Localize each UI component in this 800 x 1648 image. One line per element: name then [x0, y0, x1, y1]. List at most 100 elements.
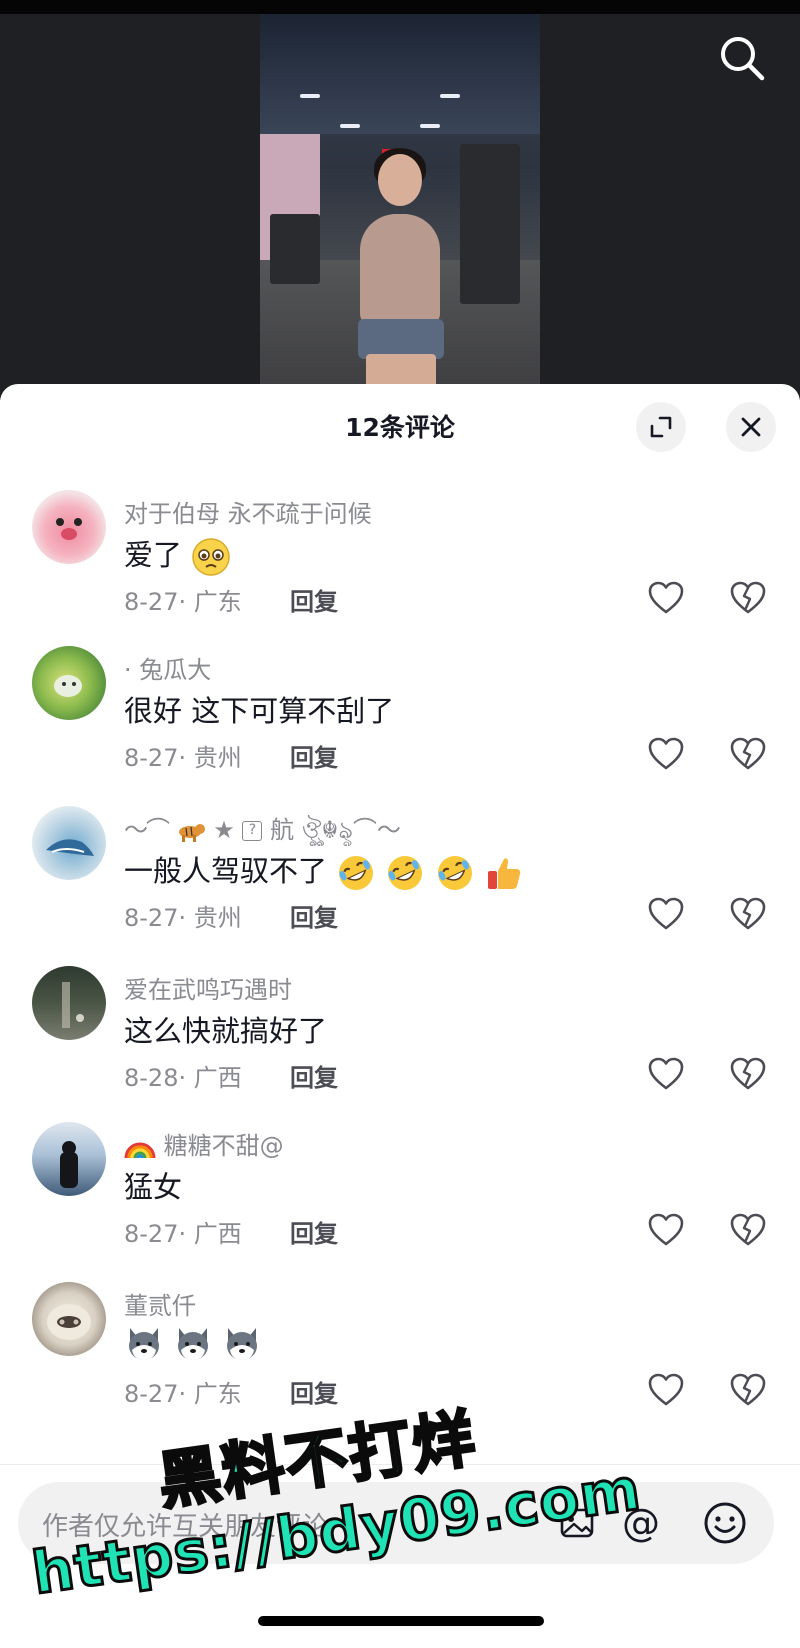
comment-date: 8-27	[124, 744, 179, 772]
comment-date: 8-28	[124, 1064, 179, 1092]
comment-date: 8-27	[124, 904, 179, 932]
comment-location: 贵州	[193, 744, 242, 772]
heart-icon	[648, 897, 684, 930]
close-icon	[741, 417, 761, 437]
broken-heart-icon	[730, 1373, 766, 1406]
avatar[interactable]	[32, 966, 106, 1040]
expand-icon	[650, 416, 672, 438]
avatar[interactable]	[32, 1282, 106, 1356]
comment-item: ～⌒ ★ ? 航 ঔৣ☬ৡ⌒～ 一般人驾驭不了 8-27· 贵州 回复	[0, 806, 800, 966]
dislike-button[interactable]	[728, 1370, 768, 1410]
heart-icon	[648, 1213, 684, 1246]
comment-meta: 8-27· 贵州	[124, 904, 242, 932]
heart-icon	[648, 1057, 684, 1090]
husky-emoji-icon	[129, 1328, 159, 1360]
comment-meta: 8-28· 广西	[124, 1064, 242, 1092]
video-player[interactable]	[0, 0, 800, 400]
broken-heart-icon	[730, 581, 766, 614]
dislike-button[interactable]	[728, 894, 768, 934]
comment-meta: 8-27· 广西	[124, 1220, 242, 1248]
comment-body: 猛女	[124, 1170, 183, 1204]
broken-heart-icon	[730, 1213, 766, 1246]
comment-meta: 8-27· 贵州	[124, 744, 242, 772]
comment-text: 很好 这下可算不刮了	[124, 688, 394, 730]
comment-item: · 兔瓜大 很好 这下可算不刮了 8-27· 贵州 回复	[0, 646, 800, 806]
broken-heart-icon	[730, 1057, 766, 1090]
comment-body: 一般人驾驭不了	[124, 854, 328, 888]
comment-text	[124, 1324, 262, 1364]
heart-icon	[648, 737, 684, 770]
like-button[interactable]	[646, 734, 686, 774]
comment-text: 这么快就搞好了	[124, 1008, 327, 1050]
reply-button[interactable]: 回复	[290, 1214, 338, 1249]
reply-button[interactable]: 回复	[290, 738, 338, 773]
reply-button[interactable]: 回复	[290, 1374, 338, 1409]
rainbow-emoji-icon	[124, 1142, 156, 1159]
comment-item: 糖糖不甜@ 猛女 8-27· 广西 回复	[0, 1122, 800, 1282]
avatar[interactable]	[32, 1122, 106, 1196]
comment-location: 广西	[193, 1064, 242, 1092]
reply-button[interactable]: 回复	[290, 582, 338, 617]
comment-author-name: 航	[270, 816, 295, 844]
comment-location: 广西	[193, 1220, 242, 1248]
like-button[interactable]	[646, 578, 686, 618]
comment-author[interactable]: ～⌒ ★ ? 航 ঔৣ☬ৡ⌒～	[124, 810, 401, 852]
comment-author[interactable]: 糖糖不甜@	[124, 1126, 284, 1161]
comment-location: 广东	[193, 588, 242, 616]
status-bar	[0, 0, 800, 14]
comment-meta: 8-27· 广东	[124, 588, 242, 616]
reply-button[interactable]: 回复	[290, 898, 338, 933]
search-button[interactable]	[716, 32, 768, 84]
husky-emoji-icon	[178, 1328, 209, 1360]
comment-item: 爱在武鸣巧遇时 这么快就搞好了 8-28· 广西 回复	[0, 966, 800, 1126]
comment-author[interactable]: 爱在武鸣巧遇时	[124, 970, 292, 1005]
comment-text: 爱了	[124, 532, 231, 577]
avatar[interactable]	[32, 646, 106, 720]
thumbs-up-emoji-icon	[487, 858, 521, 889]
comment-author[interactable]: 对于伯母 永不疏于问候	[124, 494, 372, 529]
comment-text: 猛女	[124, 1164, 182, 1206]
avatar[interactable]	[32, 490, 106, 564]
like-button[interactable]	[646, 894, 686, 934]
like-button[interactable]	[646, 1054, 686, 1094]
comment-author[interactable]: 董贰仟	[124, 1286, 196, 1321]
comment-body: 爱了	[124, 538, 183, 572]
comment-location: 贵州	[193, 904, 242, 932]
comment-text: 一般人驾驭不了	[124, 848, 524, 893]
like-button[interactable]	[646, 1370, 686, 1410]
comment-author[interactable]: · 兔瓜大	[124, 650, 211, 685]
comment-date: 8-27	[124, 1220, 179, 1248]
like-button[interactable]	[646, 1210, 686, 1250]
reply-button[interactable]: 回复	[290, 1058, 338, 1093]
heart-icon	[648, 1373, 684, 1406]
expand-button[interactable]	[636, 402, 686, 452]
dislike-button[interactable]	[728, 578, 768, 618]
rofl-emoji-icon	[437, 856, 472, 890]
husky-emoji-icon	[227, 1328, 258, 1360]
heart-icon	[648, 581, 684, 614]
comment-date: 8-27	[124, 588, 179, 616]
emoji-button[interactable]	[702, 1500, 748, 1546]
rofl-emoji-icon	[388, 856, 423, 890]
tiger-emoji-icon	[178, 824, 205, 842]
comment-item: 对于伯母 永不疏于问候 爱了 8-27· 广东 回复	[0, 490, 800, 650]
dislike-button[interactable]	[728, 1054, 768, 1094]
comment-date: 8-27	[124, 1380, 179, 1408]
emoji-icon	[704, 1502, 746, 1544]
comment-location: 广东	[193, 1380, 242, 1408]
dislike-button[interactable]	[728, 1210, 768, 1250]
comment-author-name: 糖糖不甜@	[163, 1132, 284, 1160]
comment-meta: 8-27· 广东	[124, 1380, 242, 1408]
search-icon	[721, 37, 765, 81]
broken-heart-icon	[730, 737, 766, 770]
dislike-button[interactable]	[728, 734, 768, 774]
person-figure	[340, 148, 460, 400]
close-button[interactable]	[726, 402, 776, 452]
rofl-emoji-icon	[339, 856, 374, 890]
avatar[interactable]	[32, 806, 106, 880]
home-indicator[interactable]	[258, 1616, 544, 1626]
broken-heart-icon	[730, 897, 766, 930]
comment-body: 这么快就搞好了	[124, 1014, 328, 1048]
pleading-face-emoji-icon	[192, 538, 230, 576]
video-thumbnail[interactable]	[260, 14, 540, 400]
